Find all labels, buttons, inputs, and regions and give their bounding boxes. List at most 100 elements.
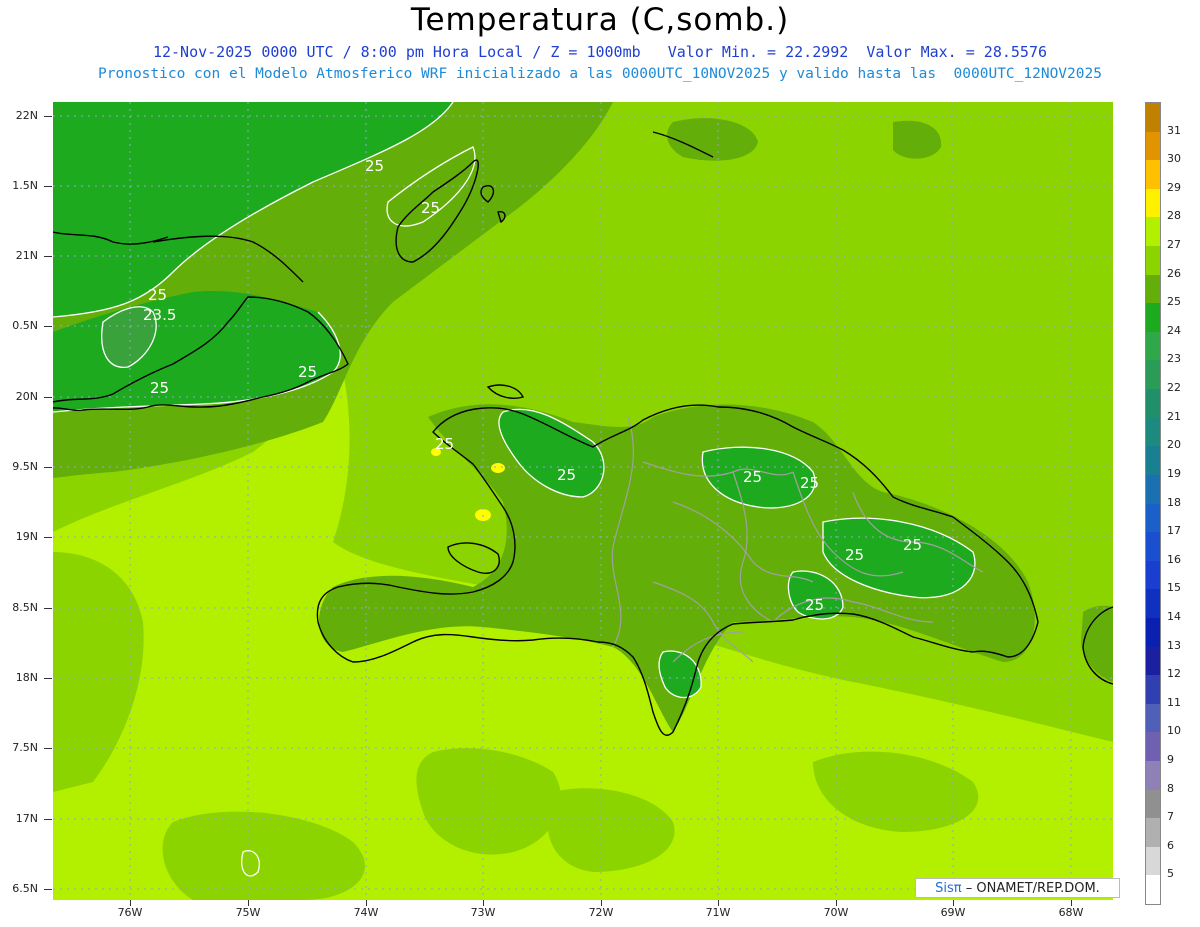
colorbar-label: 11: [1167, 695, 1181, 709]
lon-tick: [248, 900, 249, 906]
lat-label: 18N: [15, 671, 38, 684]
colorbar-cell: [1146, 760, 1160, 790]
temperature-map: 25 25 25 23.5 25 25 25 25 25 25 25 25 25: [53, 102, 1113, 900]
colorbar-label: 25: [1167, 295, 1181, 309]
colorbar-label: 21: [1167, 409, 1181, 423]
colorbar-label: 7: [1167, 810, 1174, 824]
colorbar-cell: [1146, 160, 1160, 190]
colorbar-label: 23: [1167, 352, 1181, 366]
lon-label: 68W: [1058, 906, 1084, 919]
colorbar-cell: [1146, 131, 1160, 161]
lat-label: 7.5N: [12, 741, 38, 754]
lon-label: 71W: [705, 906, 731, 919]
colorbar-cell: [1146, 675, 1160, 705]
colorbar-label: 10: [1167, 724, 1181, 738]
colorbar-label: 13: [1167, 638, 1181, 652]
contour-label: 25: [743, 468, 762, 486]
colorbar-cell: [1146, 503, 1160, 533]
colorbar-cell: [1146, 474, 1160, 504]
lat-label: 20N: [15, 390, 38, 403]
colorbar-cell: [1146, 703, 1160, 733]
colorbar-label: 18: [1167, 495, 1181, 509]
colorbar-cell: [1146, 875, 1160, 905]
colorbar-cell: [1146, 274, 1160, 304]
colorbar-cell: [1146, 589, 1160, 619]
lon-label: 70W: [823, 906, 849, 919]
contour-label: 25: [298, 363, 317, 381]
colorbar-cell: [1146, 417, 1160, 447]
colorbar-cell: [1146, 103, 1160, 132]
colorbar-cell: [1146, 532, 1160, 562]
lon-tick: [953, 900, 954, 906]
lon-tick: [366, 900, 367, 906]
colorbar-label: 8: [1167, 781, 1174, 795]
lat-tick: [44, 608, 52, 609]
colorbar-cell: [1146, 331, 1160, 361]
lat-label: 19N: [15, 530, 38, 543]
lat-label: 6.5N: [12, 882, 38, 895]
colorbar-cell: [1146, 646, 1160, 676]
subtitle-validity: 12-Nov-2025 0000 UTC / 8:00 pm Hora Loca…: [152, 43, 1048, 61]
lat-tick: [44, 819, 52, 820]
colorbar-cell: [1146, 789, 1160, 819]
lon-tick: [836, 900, 837, 906]
lat-tick: [44, 678, 52, 679]
colorbar-label: 29: [1167, 180, 1181, 194]
contour-label: 25: [421, 199, 440, 217]
contour-label: 25: [435, 435, 454, 453]
colorbar-label: 14: [1167, 609, 1181, 623]
lat-label: 8.5N: [12, 601, 38, 614]
colorbar-cell: [1146, 818, 1160, 848]
colorbar-label: 6: [1167, 838, 1174, 852]
lon-label: 69W: [940, 906, 966, 919]
lon-label: 73W: [470, 906, 496, 919]
lat-tick: [44, 397, 52, 398]
lat-tick: [44, 467, 52, 468]
contour-label: 25: [557, 466, 576, 484]
map-svg: 25 25 25 23.5 25 25 25 25 25 25 25 25 25: [53, 102, 1113, 900]
colorbar-cell: [1146, 446, 1160, 476]
contour-label: 23.5: [143, 306, 176, 324]
colorbar-label: 31: [1167, 123, 1181, 137]
colorbar-label: 28: [1167, 209, 1181, 223]
contour-label: 25: [845, 546, 864, 564]
credit-box: Sisπ – ONAMET/REP.DOM.: [915, 878, 1120, 898]
colorbar-label: 9: [1167, 752, 1174, 766]
contour-label: 25: [150, 379, 169, 397]
contour-label: 25: [805, 596, 824, 614]
lat-label: 0.5N: [12, 319, 38, 332]
lat-tick: [44, 889, 52, 890]
colorbar-label: 17: [1167, 524, 1181, 538]
colorbar-cell: [1146, 360, 1160, 390]
lon-label: 76W: [117, 906, 143, 919]
colorbar-label: 12: [1167, 667, 1181, 681]
colorbar-cell: [1146, 732, 1160, 762]
colorbar-cell: [1146, 617, 1160, 647]
colorbar-cell: [1146, 303, 1160, 333]
lon-tick: [601, 900, 602, 906]
subtitle-model: Pronostico con el Modelo Atmosferico WRF…: [98, 66, 1102, 82]
colorbar-label: 22: [1167, 381, 1181, 395]
lat-tick: [44, 256, 52, 257]
lon-label: 74W: [353, 906, 379, 919]
lat-tick: [44, 537, 52, 538]
colorbar-label: 15: [1167, 581, 1181, 595]
contour-label: 25: [148, 286, 167, 304]
lon-tick: [130, 900, 131, 906]
lat-tick: [44, 116, 52, 117]
colorbar-label: 20: [1167, 438, 1181, 452]
lon-tick: [718, 900, 719, 906]
contour-label: 25: [365, 157, 384, 175]
lon-label: 72W: [588, 906, 614, 919]
field-28-spot-b: [491, 463, 505, 473]
colorbar-cell: [1146, 217, 1160, 247]
colorbar: [1145, 102, 1161, 905]
colorbar-cell: [1146, 846, 1160, 876]
lat-label: 9.5N: [12, 460, 38, 473]
lat-tick: [44, 186, 52, 187]
lat-label: 17N: [15, 812, 38, 825]
lon-tick: [483, 900, 484, 906]
lat-label: 21N: [15, 249, 38, 262]
contour-label: 25: [800, 474, 819, 492]
colorbar-label: 5: [1167, 867, 1174, 881]
